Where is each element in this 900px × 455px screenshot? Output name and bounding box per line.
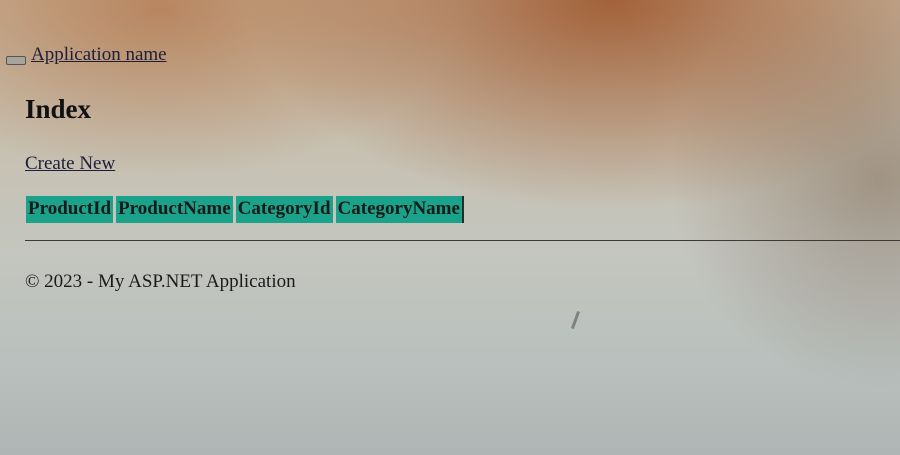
screen-speck — [571, 311, 580, 329]
footer-divider — [25, 240, 900, 241]
table-header-row: ProductId ProductName CategoryId Categor… — [26, 196, 464, 223]
footer-copyright: © 2023 - My ASP.NET Application — [25, 271, 296, 292]
page-title: Index — [25, 94, 92, 124]
create-new-link[interactable]: Create New — [25, 153, 115, 175]
column-header-category-name: CategoryName — [335, 196, 464, 223]
column-header-product-name: ProductName — [116, 196, 233, 223]
column-header-product-id: ProductId — [26, 196, 114, 223]
products-table: ProductId ProductName CategoryId Categor… — [23, 196, 467, 223]
brand-link[interactable]: Application name — [31, 44, 167, 66]
column-header-category-id: CategoryId — [235, 196, 333, 223]
navbar: Application name — [6, 44, 167, 66]
hamburger-icon[interactable] — [6, 55, 26, 65]
